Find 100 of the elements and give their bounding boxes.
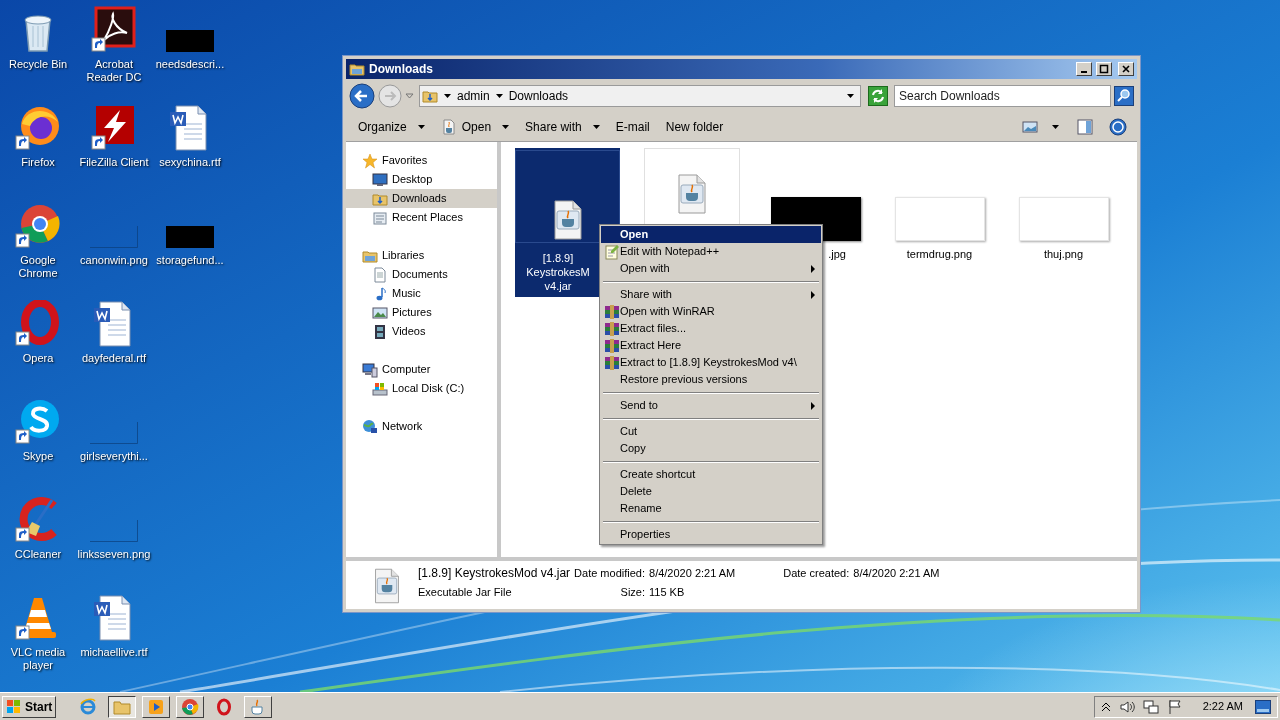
file-icon [372, 567, 402, 605]
file-item[interactable]: termdrug.png [887, 148, 992, 265]
property-label: Size: [619, 586, 645, 599]
dropdown-caret-icon [502, 124, 510, 129]
picture-frame-icon [372, 304, 388, 321]
nav-item[interactable]: Recent Places [346, 208, 497, 227]
desktop-icon[interactable]: canonwin.png [76, 202, 152, 300]
file-item[interactable]: thuj.png [1011, 148, 1116, 265]
desktop-icon[interactable]: dayfederal.rtf [76, 300, 152, 398]
chevron-up-icon [1100, 701, 1111, 712]
image-thumbnail [166, 30, 214, 52]
desktop-icon[interactable]: FileZilla Client [76, 104, 152, 202]
toolbar-button[interactable]: Open [434, 114, 516, 139]
nav-item[interactable]: Videos [346, 322, 497, 341]
image-thumbnail [90, 422, 138, 444]
nav-item[interactable]: Favorites [346, 151, 497, 170]
desktop-icon[interactable]: Google Chrome [0, 202, 76, 300]
toolbar-button[interactable]: New folder [659, 114, 730, 139]
property-value: 8/4/2020 2:21 AM [649, 567, 736, 580]
menu-item[interactable]: Rename [601, 500, 821, 517]
stacked-books-icon [604, 303, 620, 320]
dropdown-caret-icon [1052, 124, 1059, 129]
dropdown-caret-icon [592, 124, 600, 129]
monitor-icon [372, 171, 388, 188]
clock[interactable]: 2:22 AM [1202, 698, 1243, 715]
drive-icon [372, 380, 388, 397]
breadcrumb-item[interactable]: Downloads [508, 86, 569, 105]
document-icon [372, 266, 388, 283]
nav-item[interactable]: Libraries [346, 246, 497, 265]
desktop-icon[interactable]: Opera [0, 300, 76, 398]
nav-item[interactable]: Desktop [346, 170, 497, 189]
file-item[interactable]: [1.8.9] KeystrokesM v4.jar [515, 148, 620, 297]
browser-e-icon [79, 697, 98, 716]
breadcrumb-arrow-icon [495, 93, 503, 98]
ring-icon [215, 697, 234, 716]
fox-globe-icon [14, 104, 62, 152]
menu-item[interactable]: Extract Here [601, 337, 821, 354]
flag-icon [1166, 698, 1183, 715]
nav-item[interactable]: Local Disk (C:) [346, 379, 497, 398]
menu-item[interactable]: Delete [601, 483, 821, 500]
image-thumbnail [90, 226, 138, 248]
nav-item[interactable]: Network [346, 417, 497, 436]
property-label: Date modified: [574, 567, 645, 580]
desktop-icon[interactable]: VLC media player [0, 594, 76, 692]
menu-item[interactable]: Create shortcut [601, 466, 821, 483]
menu-item[interactable]: Cut [601, 423, 821, 440]
nav-item[interactable]: Music [346, 284, 497, 303]
menu-item[interactable]: Send to [601, 397, 821, 414]
menu-item[interactable]: Extract to [1.8.9] KeystrokesMod v4\ [601, 354, 821, 371]
taskbar-app-button[interactable] [108, 695, 137, 718]
menu-item[interactable]: Copy [601, 440, 821, 457]
computer-icon [362, 361, 378, 378]
desktop-icon[interactable]: Recycle Bin [0, 6, 76, 104]
desktop-icon[interactable]: girlseverythi... [76, 398, 152, 496]
file-type: Executable Jar File [418, 586, 513, 599]
window-title: Downloads [369, 61, 433, 78]
start-button[interactable]: Start [2, 695, 57, 718]
breadcrumb-item[interactable]: admin [457, 86, 490, 105]
nav-item[interactable]: Pictures [346, 303, 497, 322]
minimize-icon [1081, 71, 1087, 73]
menu-item[interactable]: Extract files... [601, 320, 821, 337]
stacked-books-icon [604, 354, 620, 371]
film-strip-icon [372, 323, 388, 340]
desktop-icon[interactable]: sexychina.rtf [152, 104, 228, 202]
desktop-icon[interactable]: storagefund... [152, 202, 228, 300]
nav-item[interactable]: Downloads [346, 189, 497, 208]
submenu-arrow-icon [811, 290, 815, 299]
chat-bubble-icon [14, 398, 62, 446]
desktop-icon[interactable]: Acrobat Reader DC [76, 6, 152, 104]
play-tile-icon [147, 697, 166, 716]
desktop-icon[interactable]: Skype [0, 398, 76, 496]
desktop-icon[interactable]: CCleaner [0, 496, 76, 594]
nav-item[interactable]: Computer [346, 360, 497, 379]
java-cup-icon [440, 118, 457, 135]
maximize-button[interactable] [1096, 62, 1112, 76]
desktop-icon[interactable]: needsdescri... [152, 6, 228, 104]
browser-circle-icon [181, 697, 200, 716]
desktop-icon[interactable]: michaellive.rtf [76, 594, 152, 692]
toolbar-button[interactable]: E-mail [609, 114, 656, 139]
toolbar-button[interactable]: Organize [352, 114, 431, 139]
search-field[interactable]: Search Downloads [894, 84, 1111, 107]
nav-item[interactable]: Documents [346, 265, 497, 284]
show-desktop-icon [1255, 699, 1271, 714]
network-icon [1142, 698, 1159, 715]
address-bar[interactable]: admin Downloads [419, 84, 861, 107]
desktop-icon[interactable]: Firefox [0, 104, 76, 202]
windows-flag-icon [6, 698, 22, 715]
toolbar-button[interactable]: Share with [519, 114, 606, 139]
breadcrumb-arrow-icon [444, 93, 451, 98]
menu-item[interactable]: Properties [601, 526, 821, 543]
globe-network-icon [362, 418, 378, 435]
desktop-icon[interactable]: linksseven.png [76, 496, 152, 594]
browser-circle-icon [14, 202, 62, 250]
menu-item[interactable]: Open with WinRAR [601, 303, 821, 320]
swirl-logo-icon [90, 6, 138, 54]
menu-item[interactable]: Restore previous versions [601, 371, 821, 388]
minimize-button[interactable] [1076, 62, 1092, 76]
submenu-arrow-icon [811, 264, 815, 273]
close-icon [1120, 63, 1132, 75]
close-button[interactable] [1118, 62, 1134, 76]
